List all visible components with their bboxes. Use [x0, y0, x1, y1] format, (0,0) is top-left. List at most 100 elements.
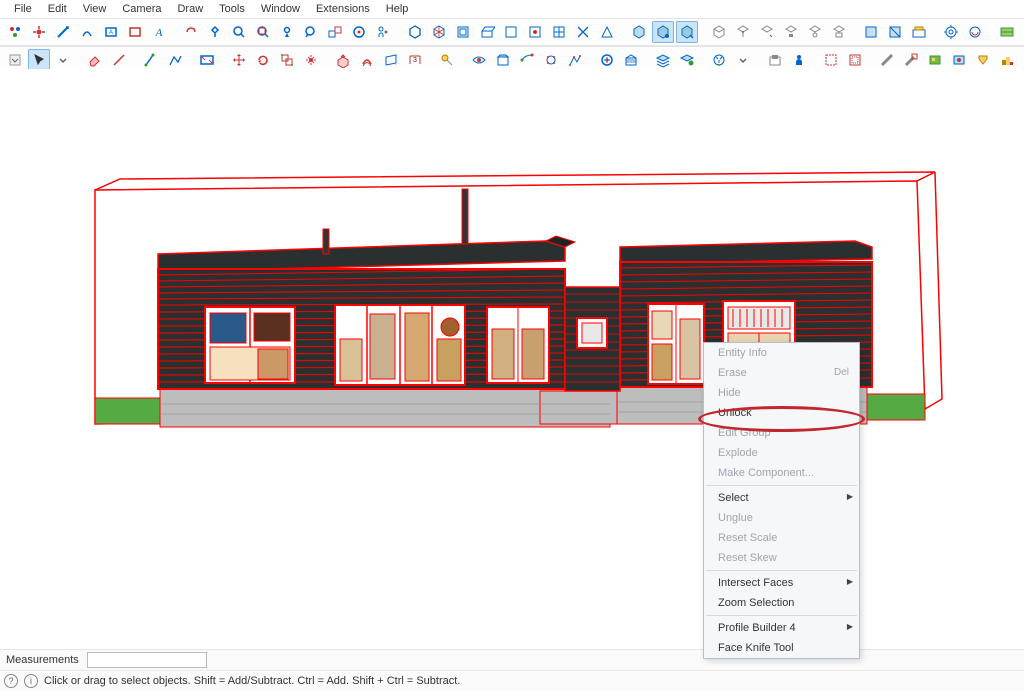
tool-icon[interactable]: [1020, 21, 1024, 43]
tool-icon[interactable]: [492, 49, 514, 71]
tool-icon[interactable]: [596, 49, 618, 71]
context-menu-item[interactable]: Unlock: [704, 403, 859, 423]
context-menu-item[interactable]: Intersect Faces▶: [704, 573, 859, 593]
tool-icon[interactable]: [628, 21, 650, 43]
tool-icon[interactable]: [708, 49, 730, 71]
tool-icon[interactable]: 3: [404, 49, 426, 71]
tool-icon[interactable]: A: [100, 21, 122, 43]
tool-icon[interactable]: [252, 21, 274, 43]
menu-window[interactable]: Window: [253, 1, 308, 17]
tool-icon[interactable]: [948, 49, 970, 71]
tool-icon[interactable]: [972, 49, 994, 71]
tool-icon[interactable]: [820, 49, 842, 71]
tool-icon[interactable]: [900, 49, 922, 71]
tool-icon[interactable]: [324, 21, 346, 43]
tool-icon[interactable]: [756, 21, 778, 43]
person-icon[interactable]: [788, 49, 810, 71]
menu-help[interactable]: Help: [378, 1, 417, 17]
tool-icon[interactable]: [652, 21, 674, 43]
context-menu-item[interactable]: Zoom Selection: [704, 593, 859, 613]
tool-icon[interactable]: [300, 49, 322, 71]
tool-icon[interactable]: [676, 21, 698, 43]
context-menu-item: Entity Info: [704, 343, 859, 363]
tool-icon[interactable]: [620, 49, 642, 71]
tool-icon[interactable]: [996, 49, 1018, 71]
tool-icon[interactable]: [204, 21, 226, 43]
tool-icon[interactable]: [180, 21, 202, 43]
scale-tool-icon[interactable]: [276, 49, 298, 71]
offset-tool-icon[interactable]: [356, 49, 378, 71]
tool-icon[interactable]: [964, 21, 986, 43]
tool-icon[interactable]: [996, 21, 1018, 43]
select-tool-icon[interactable]: [28, 49, 50, 71]
tool-icon[interactable]: [564, 49, 586, 71]
menu-extensions[interactable]: Extensions: [308, 1, 378, 17]
tool-icon[interactable]: [804, 21, 826, 43]
context-menu-item[interactable]: Face Knife Tool: [704, 638, 859, 658]
eraser-icon[interactable]: [84, 49, 106, 71]
dropdown-icon[interactable]: [732, 49, 754, 71]
tool-icon[interactable]: [76, 21, 98, 43]
tool-icon[interactable]: [476, 21, 498, 43]
help-icon[interactable]: ?: [4, 674, 18, 688]
dropdown-icon[interactable]: [4, 49, 26, 71]
tool-icon[interactable]: A: [148, 21, 170, 43]
dropdown-icon[interactable]: [52, 49, 74, 71]
menu-edit[interactable]: Edit: [40, 1, 75, 17]
tool-icon[interactable]: [1020, 49, 1024, 71]
menu-file[interactable]: File: [6, 1, 40, 17]
menu-tools[interactable]: Tools: [211, 1, 253, 17]
context-menu-item[interactable]: Profile Builder 4▶: [704, 618, 859, 638]
menu-camera[interactable]: Camera: [114, 1, 169, 17]
tool-icon[interactable]: [764, 49, 786, 71]
tool-icon[interactable]: [516, 49, 538, 71]
info-icon[interactable]: i: [24, 674, 38, 688]
menu-draw[interactable]: Draw: [169, 1, 211, 17]
tool-icon[interactable]: [404, 21, 426, 43]
tape-measure-icon[interactable]: [436, 49, 458, 71]
tool-icon[interactable]: [428, 21, 450, 43]
tool-icon[interactable]: [924, 49, 946, 71]
context-menu-item[interactable]: Select▶: [704, 488, 859, 508]
tool-icon[interactable]: [276, 21, 298, 43]
rectangle-tool-icon[interactable]: [196, 49, 218, 71]
tool-icon[interactable]: [844, 49, 866, 71]
tool-icon[interactable]: [596, 21, 618, 43]
tool-icon[interactable]: [140, 49, 162, 71]
tool-icon[interactable]: [876, 49, 898, 71]
tool-icon[interactable]: [732, 21, 754, 43]
tool-icon[interactable]: [676, 49, 698, 71]
tool-icon[interactable]: [348, 21, 370, 43]
line-tool-icon[interactable]: [108, 49, 130, 71]
tool-icon[interactable]: [452, 21, 474, 43]
tool-icon[interactable]: [300, 21, 322, 43]
tool-icon[interactable]: [52, 21, 74, 43]
tool-icon[interactable]: [372, 21, 394, 43]
tool-icon[interactable]: [908, 21, 930, 43]
tool-icon[interactable]: [28, 21, 50, 43]
tool-icon[interactable]: [164, 49, 186, 71]
measurements-input[interactable]: [87, 652, 207, 668]
move-tool-icon[interactable]: [228, 49, 250, 71]
tool-icon[interactable]: [468, 49, 490, 71]
push-pull-icon[interactable]: [332, 49, 354, 71]
tool-icon[interactable]: [524, 21, 546, 43]
tool-icon[interactable]: [548, 21, 570, 43]
tool-icon[interactable]: [780, 21, 802, 43]
tool-icon[interactable]: [540, 49, 562, 71]
tool-icon[interactable]: [500, 21, 522, 43]
tool-icon[interactable]: [4, 21, 26, 43]
tool-icon[interactable]: [884, 21, 906, 43]
viewport[interactable]: [0, 69, 1024, 649]
tool-icon[interactable]: [124, 21, 146, 43]
tool-icon[interactable]: [828, 21, 850, 43]
tool-icon[interactable]: [708, 21, 730, 43]
tool-icon[interactable]: [860, 21, 882, 43]
menu-view[interactable]: View: [75, 1, 115, 17]
tool-icon[interactable]: [940, 21, 962, 43]
tool-icon[interactable]: !: [380, 49, 402, 71]
layers-icon[interactable]: [652, 49, 674, 71]
rotate-tool-icon[interactable]: [252, 49, 274, 71]
tool-icon[interactable]: [228, 21, 250, 43]
tool-icon[interactable]: [572, 21, 594, 43]
